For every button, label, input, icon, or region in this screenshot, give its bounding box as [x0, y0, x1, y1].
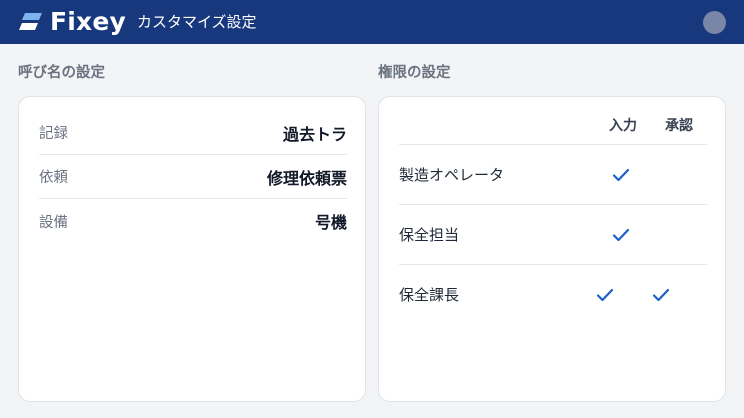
permissions-card: 入力 承認 製造オペレータ 保全担当 保全課長	[378, 96, 726, 402]
input-check-icon[interactable]	[612, 227, 630, 243]
fixey-logo[interactable]: Fixey	[18, 7, 126, 37]
naming-row-equipment[interactable]: 設備 号機	[39, 199, 347, 243]
input-check-icon[interactable]	[596, 287, 614, 303]
naming-row-label: 依頼	[39, 170, 68, 186]
role-name: 保全担当	[399, 226, 460, 244]
naming-section-title: 呼び名の設定	[18, 65, 105, 81]
permission-row-maintenance: 保全担当	[399, 205, 707, 265]
naming-row-record[interactable]: 記録 過去トラ	[39, 111, 347, 155]
naming-row-label: 設備	[39, 214, 68, 231]
input-check-icon[interactable]	[612, 167, 630, 183]
column-header-approve: 承認	[665, 118, 693, 134]
logo-text: Fixey	[50, 7, 127, 36]
permission-row-manager: 保全課長	[399, 265, 707, 325]
column-header-input: 入力	[609, 118, 637, 134]
naming-row-request[interactable]: 依頼 修理依頼票	[39, 155, 347, 199]
naming-card: 記録 過去トラ 依頼 修理依頼票 設備 号機	[18, 96, 366, 402]
approve-check-icon[interactable]	[652, 287, 670, 303]
naming-row-label: 記録	[39, 126, 68, 142]
naming-row-value: 号機	[314, 213, 347, 232]
page-title: カスタマイズ設定	[137, 13, 257, 31]
app-header: Fixey カスタマイズ設定	[0, 0, 744, 44]
role-name: 保全課長	[399, 286, 460, 304]
naming-row-value: 修理依頼票	[266, 168, 347, 188]
user-avatar[interactable]	[703, 11, 726, 34]
role-name: 製造オペレータ	[399, 166, 505, 184]
permissions-header-row: 入力 承認	[399, 97, 707, 145]
naming-row-value: 過去トラ	[282, 124, 347, 144]
fixey-logo-icon	[18, 9, 44, 35]
permission-row-operator: 製造オペレータ	[399, 145, 707, 205]
permissions-section-title: 権限の設定	[378, 65, 451, 81]
